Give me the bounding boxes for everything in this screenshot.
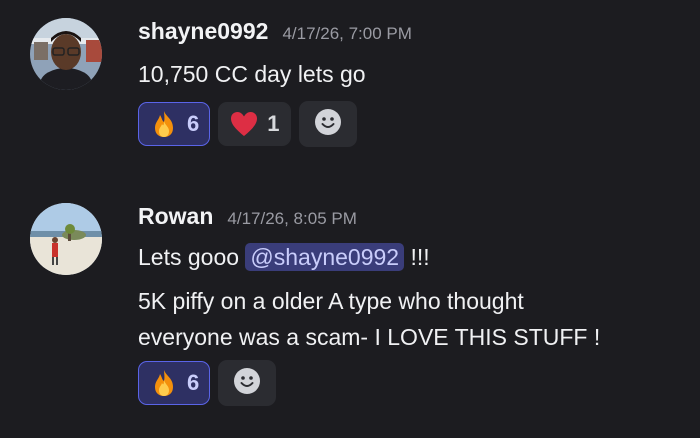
reaction-count: 6 bbox=[187, 111, 200, 136]
smiley-icon bbox=[233, 367, 261, 400]
reaction-count: 1 bbox=[267, 111, 280, 136]
user-mention[interactable]: @shayne0992 bbox=[245, 243, 405, 271]
username[interactable]: Rowan bbox=[138, 203, 213, 230]
message-header: Rowan 4/17/26, 8:05 PM bbox=[138, 203, 690, 233]
reaction-count: 6 bbox=[187, 370, 200, 395]
message-header: shayne0992 4/17/26, 7:00 PM bbox=[138, 18, 690, 48]
fire-icon bbox=[149, 368, 179, 398]
message-text: 5K piffy on a older A type who thought bbox=[138, 288, 524, 314]
smiley-icon bbox=[314, 108, 342, 141]
avatar[interactable] bbox=[30, 18, 102, 90]
reaction-fire[interactable]: 6 bbox=[138, 361, 211, 405]
message-text: Lets gooo @shayne0992 !!! bbox=[138, 239, 690, 275]
timestamp[interactable]: 4/17/26, 8:05 PM bbox=[227, 209, 356, 229]
red-heart-icon bbox=[229, 109, 259, 139]
text-segment: !!! bbox=[404, 244, 430, 270]
timestamp[interactable]: 4/17/26, 7:00 PM bbox=[282, 24, 411, 44]
reaction-heart[interactable]: 1 bbox=[218, 102, 291, 146]
add-reaction-button[interactable] bbox=[218, 360, 277, 406]
reaction-fire[interactable]: 6 bbox=[138, 102, 211, 146]
avatar[interactable] bbox=[30, 203, 102, 275]
reaction-bar: 6 bbox=[138, 359, 690, 407]
message-text: everyone was a scam- I LOVE THIS STUFF ! bbox=[138, 324, 601, 350]
message-text: 10,750 CC day lets go bbox=[138, 61, 366, 87]
add-reaction-button[interactable] bbox=[298, 101, 357, 147]
username[interactable]: shayne0992 bbox=[138, 18, 268, 45]
fire-icon bbox=[149, 109, 179, 139]
text-segment: Lets gooo bbox=[138, 244, 246, 270]
reaction-bar: 6 1 bbox=[138, 100, 690, 148]
